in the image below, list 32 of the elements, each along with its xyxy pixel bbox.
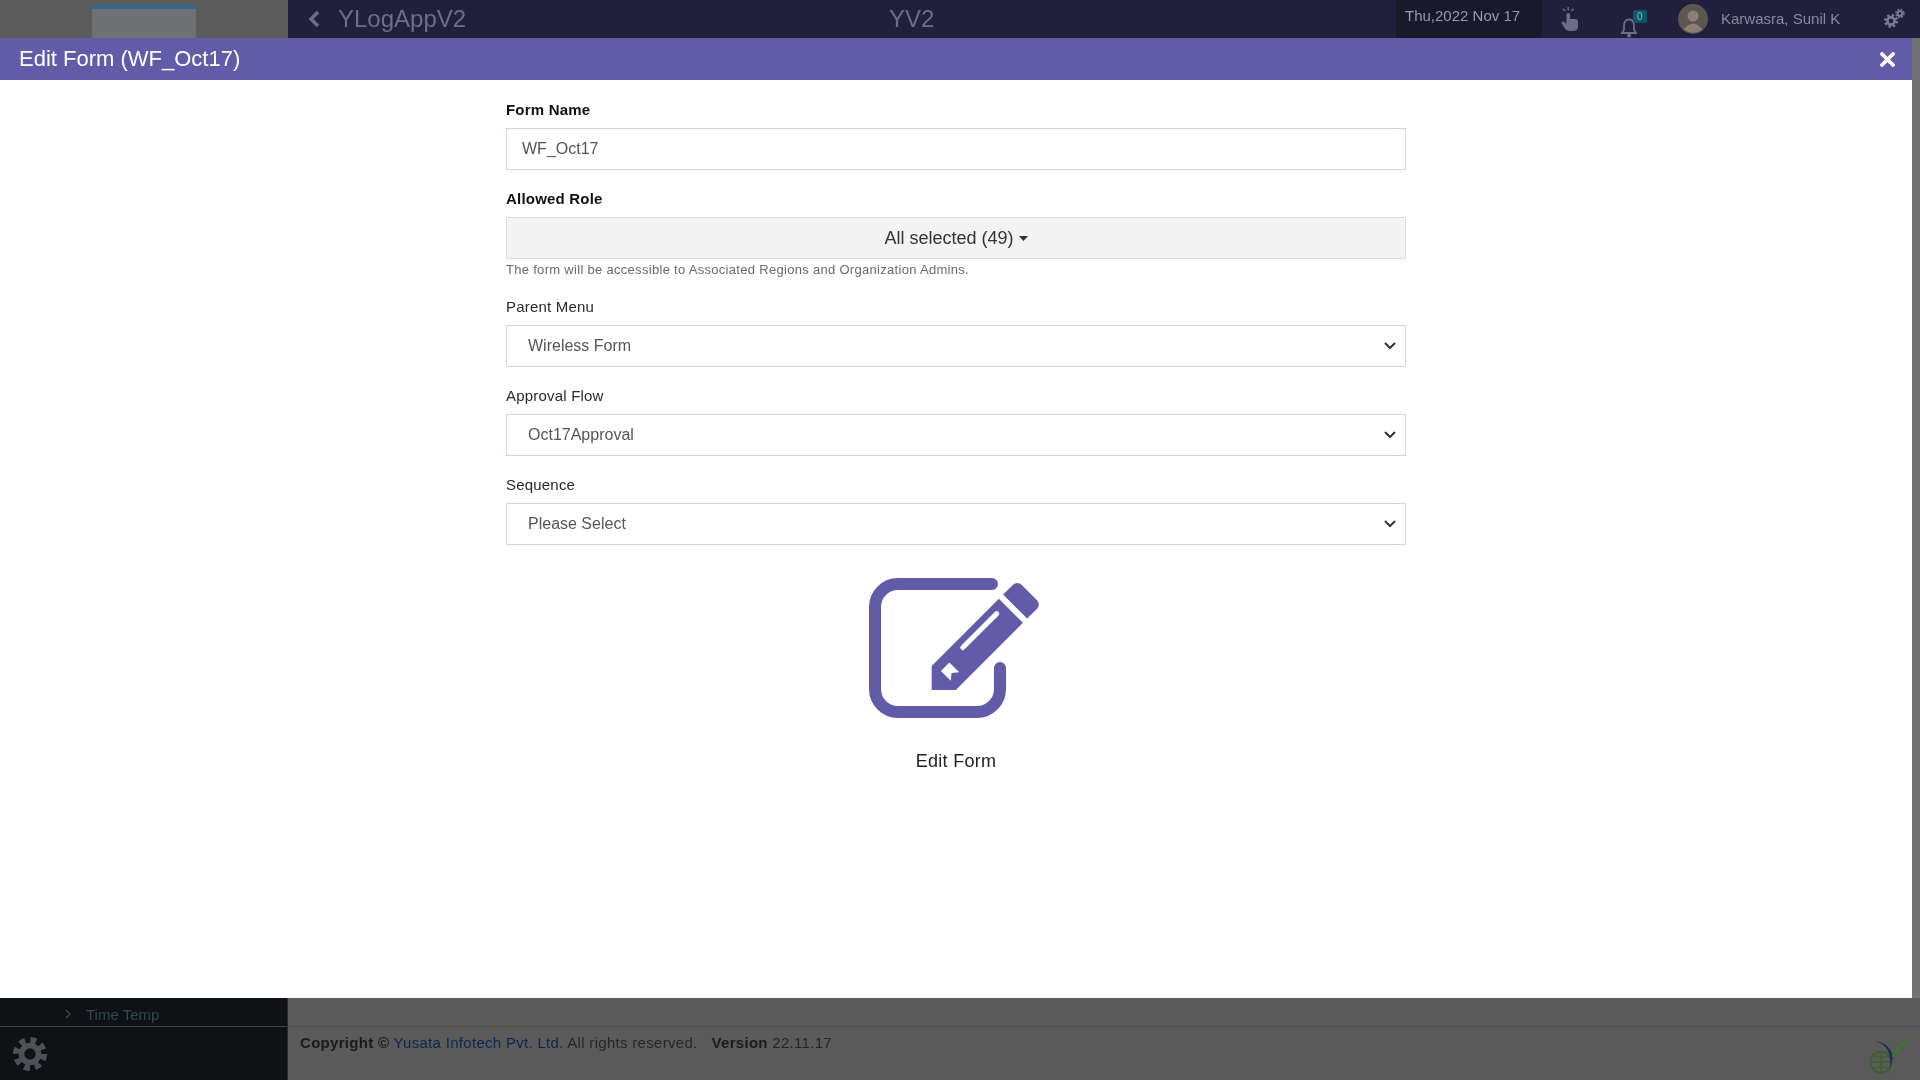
- help-text: The form will be accessible to Associated Regions and Organization Admins.: [506, 262, 969, 278]
- center-title: YV2: [889, 5, 935, 33]
- field-label: Approval Flow: [506, 387, 604, 405]
- scrollbar[interactable]: [1912, 38, 1920, 998]
- hand-pointer-icon[interactable]: [1560, 7, 1580, 31]
- input-field[interactable]: WF_Oct17: [506, 128, 1406, 170]
- field-label: Sequence: [506, 476, 576, 494]
- field-label: Form Name: [506, 101, 591, 119]
- chevron-left-icon[interactable]: [308, 10, 320, 28]
- close-button[interactable]: [1880, 51, 1895, 67]
- caret-down-icon: [1018, 235, 1028, 241]
- multiselect-button[interactable]: All selected (49): [506, 217, 1406, 259]
- chevron-down-icon: [1384, 342, 1396, 350]
- chevron-down-icon: [1384, 520, 1396, 528]
- dropdown-field[interactable]: Oct17Approval: [506, 414, 1406, 456]
- app-title: YLogAppV2: [338, 5, 467, 33]
- chevron-down-icon: [1384, 431, 1396, 439]
- modal-title: Edit Form (WF_Oct17): [19, 46, 241, 72]
- dropdown-field[interactable]: Please Select: [506, 503, 1406, 545]
- settings-icon[interactable]: [13, 1036, 47, 1071]
- user-name[interactable]: Karwasra, Sunil K: [1721, 10, 1841, 28]
- field-label: Allowed Role: [506, 190, 603, 208]
- field-label: Parent Menu: [506, 298, 595, 316]
- bell-icon[interactable]: [1620, 18, 1638, 38]
- edit-form-button[interactable]: Edit Form: [868, 578, 1044, 772]
- chevron-right-icon: [65, 1009, 71, 1019]
- notification-count-badge: 0: [1633, 10, 1647, 23]
- dropdown-field[interactable]: Wireless Form: [506, 325, 1406, 367]
- gears-icon[interactable]: [1882, 8, 1906, 30]
- date-text: Thu,2022 Nov 17: [1405, 7, 1521, 25]
- avatar-icon[interactable]: [1678, 4, 1708, 34]
- close-icon: [1880, 51, 1895, 67]
